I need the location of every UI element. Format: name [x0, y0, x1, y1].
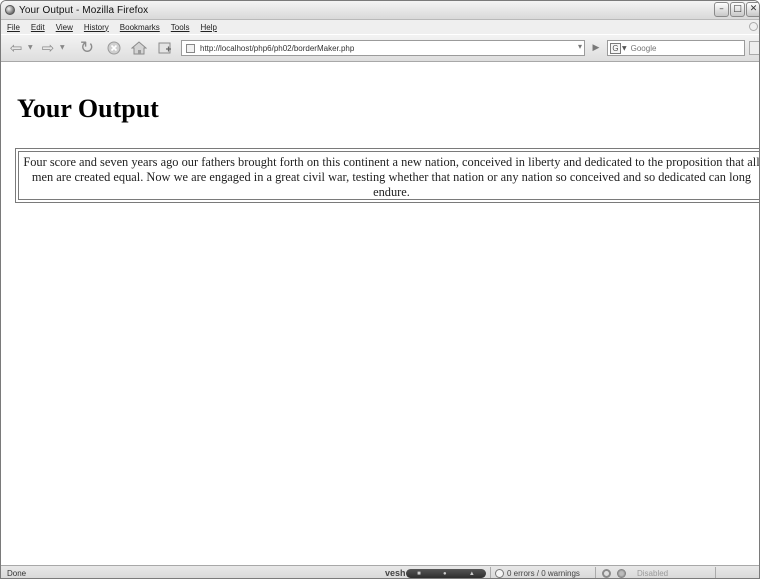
- validator-status-text[interactable]: 0 errors / 0 warnings: [507, 569, 580, 578]
- back-arrow-icon: ⇦: [9, 39, 23, 57]
- browser-window: Your Output - Mozilla Firefox – □ ✕ File…: [0, 0, 760, 579]
- google-engine-icon[interactable]: G: [610, 42, 621, 54]
- reload-icon: ↻: [79, 38, 95, 58]
- navigation-toolbar: ⇦ ▼ ⇨ ▼ ↻ http://localhost/php6/ph02/bor…: [1, 35, 759, 62]
- extension-status-text: Disabled: [637, 569, 669, 578]
- home-icon: [131, 41, 147, 55]
- bookmark-page-button[interactable]: [155, 39, 175, 57]
- page-heading: Your Output: [17, 94, 159, 123]
- menu-bar: File Edit View History Bookmarks Tools H…: [1, 20, 759, 34]
- page-favicon-icon: [186, 43, 195, 53]
- activity-throbber-icon: [749, 22, 758, 31]
- close-button[interactable]: ✕: [746, 2, 759, 17]
- menu-bookmarks[interactable]: Bookmarks: [120, 23, 160, 32]
- bookmark-page-icon: [158, 42, 171, 54]
- sync-icon[interactable]: [602, 569, 611, 578]
- url-history-dropdown-icon[interactable]: ▾: [578, 42, 582, 51]
- page-content: Your Output Four score and seven years a…: [1, 62, 760, 565]
- status-divider: [595, 567, 596, 578]
- stop-button[interactable]: [105, 39, 123, 57]
- vesh-segment-icon: ●: [443, 570, 447, 577]
- forward-arrow-icon: ⇨: [41, 39, 55, 57]
- home-button[interactable]: [129, 39, 149, 57]
- menu-view[interactable]: View: [56, 23, 73, 32]
- validator-status-icon[interactable]: [495, 569, 504, 578]
- vesh-logo[interactable]: vesh: [385, 568, 406, 578]
- reload-button[interactable]: ↻: [77, 38, 97, 58]
- vesh-segment-icon: ■: [417, 570, 421, 577]
- menu-edit[interactable]: Edit: [31, 23, 45, 32]
- title-bar[interactable]: Your Output - Mozilla Firefox – □ ✕: [1, 1, 759, 20]
- window-title: Your Output - Mozilla Firefox: [19, 4, 149, 16]
- address-bar[interactable]: http://localhost/php6/ph02/borderMaker.p…: [181, 40, 585, 56]
- stop-icon: [107, 41, 121, 55]
- extension-icon[interactable]: [617, 569, 626, 578]
- status-divider: [715, 567, 716, 578]
- minimize-button[interactable]: –: [714, 2, 729, 17]
- status-divider: [490, 567, 491, 578]
- bordered-paragraph-box: Four score and seven years ago our fathe…: [15, 148, 760, 203]
- address-bar-controls: ▾: [578, 42, 582, 51]
- menu-help[interactable]: Help: [200, 23, 216, 32]
- gettysburg-paragraph: Four score and seven years ago our fathe…: [23, 155, 760, 199]
- menu-history[interactable]: History: [84, 23, 109, 32]
- vesh-segment-icon: ▲: [468, 570, 475, 577]
- engine-dropdown-icon[interactable]: ▼: [622, 45, 627, 52]
- search-go-button[interactable]: [749, 41, 759, 55]
- window-controls: – □ ✕: [714, 2, 759, 17]
- search-input[interactable]: [630, 43, 731, 53]
- forward-history-dropdown-icon[interactable]: ▼: [60, 44, 65, 51]
- status-text: Done: [7, 569, 27, 578]
- search-bar[interactable]: G ▼: [607, 40, 745, 56]
- firefox-icon: [5, 5, 15, 15]
- forward-button[interactable]: ⇨: [39, 39, 57, 57]
- menu-file[interactable]: File: [7, 23, 20, 32]
- maximize-button[interactable]: □: [730, 2, 745, 17]
- status-bar: Done vesh ■ ● ▲ 0 errors / 0 warnings Di…: [1, 565, 759, 578]
- vesh-toolbar-pill[interactable]: ■ ● ▲: [406, 569, 486, 578]
- menu-tools[interactable]: Tools: [171, 23, 190, 32]
- go-button[interactable]: ▶: [589, 41, 603, 55]
- back-history-dropdown-icon[interactable]: ▼: [28, 44, 33, 51]
- go-arrow-icon: ▶: [592, 43, 600, 53]
- back-button[interactable]: ⇦: [7, 39, 25, 57]
- address-url[interactable]: http://localhost/php6/ph02/borderMaker.p…: [200, 44, 354, 53]
